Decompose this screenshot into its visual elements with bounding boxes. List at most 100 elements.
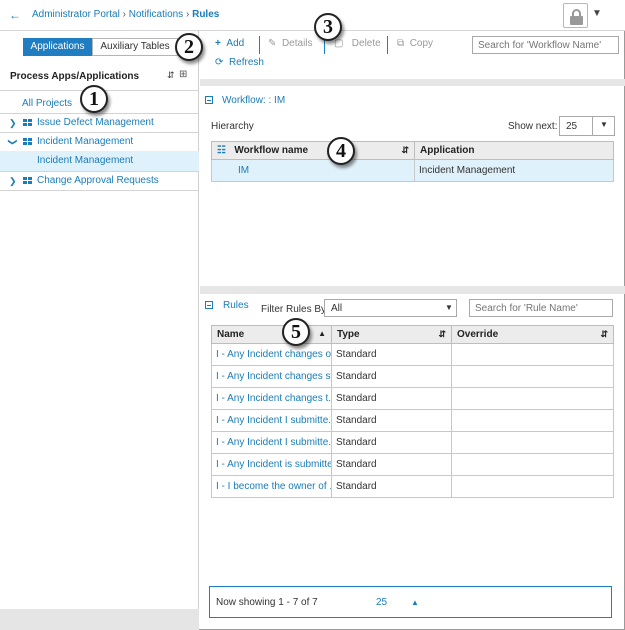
rule-name-cell[interactable]: I - I become the owner of ... <box>211 475 332 498</box>
rule-name-cell[interactable]: I - Any Incident I submitte... <box>211 409 332 432</box>
workflow-section-title: Workflow: : IM <box>222 95 286 106</box>
hierarchy-icon: ☷ <box>217 145 226 156</box>
rule-type-cell: Standard <box>331 365 452 388</box>
column-header-workflow-name[interactable]: ☷ Workflow name ⇵ <box>211 141 415 160</box>
chevron-right-icon[interactable]: ❯ <box>9 113 17 133</box>
collapse-icon[interactable] <box>205 96 213 104</box>
callout-5: 5 <box>282 318 310 346</box>
refresh-button[interactable]: ⟳ Refresh <box>215 57 264 68</box>
sort-icon: ⇵ <box>600 329 608 339</box>
column-header-type[interactable]: Type ⇵ <box>331 325 452 344</box>
rule-name-cell[interactable]: I - Any Incident changes t... <box>211 387 332 410</box>
trash-icon: ▢ <box>334 38 344 49</box>
callout-4: 4 <box>327 137 355 165</box>
table-row[interactable]: IM Incident Management <box>211 159 614 182</box>
sort-icon[interactable]: ⇵ <box>167 70 175 81</box>
back-arrow-icon[interactable]: ← <box>9 8 21 22</box>
app-grid-icon <box>23 138 32 146</box>
workflow-table: ☷ Workflow name ⇵ Application IM Inciden… <box>211 141 614 182</box>
breadcrumb-current: Rules <box>192 9 220 20</box>
rule-name-cell[interactable]: I - Any Incident is submitted <box>211 453 332 476</box>
application-cell: Incident Management <box>414 159 614 182</box>
column-header-override[interactable]: Override ⇵ <box>451 325 614 344</box>
rule-name-cell[interactable]: I - Any Incident changes st... <box>211 365 332 388</box>
filter-rules-select[interactable]: All ▼ <box>324 299 457 317</box>
rule-type-cell: Standard <box>331 431 452 454</box>
chevron-down-icon[interactable]: ❯ <box>3 138 23 146</box>
rule-override-cell <box>451 431 614 454</box>
chevron-down-icon[interactable]: ▼ <box>592 8 602 19</box>
pencil-icon: ✎ <box>268 38 277 49</box>
rule-override-cell <box>451 343 614 366</box>
breadcrumb-admin-portal[interactable]: Administrator Portal <box>32 9 120 20</box>
tree-item-change-approval-requests[interactable]: ❯ Change Approval Requests <box>0 171 199 191</box>
expand-all-icon[interactable]: ⊞ <box>179 69 187 80</box>
tree-item-label: Issue Defect Management <box>37 117 154 128</box>
details-button[interactable]: ✎ Details <box>268 38 313 49</box>
section-divider <box>200 79 625 86</box>
delete-button[interactable]: ▢ Delete <box>334 38 381 49</box>
copy-button[interactable]: ⧉ Copy <box>397 38 433 49</box>
chevron-up-icon[interactable]: ▲ <box>411 598 419 607</box>
rule-name-cell[interactable]: I - Any Incident changes o... <box>211 343 332 366</box>
table-row[interactable]: I - Any Incident is submitted Standard <box>211 453 614 476</box>
chevron-right-icon[interactable]: ❯ <box>9 171 17 191</box>
rule-name-cell[interactable]: I - Any Incident I submitte... <box>211 431 332 454</box>
breadcrumb: Administrator Portal › Notifications › R… <box>32 9 219 20</box>
tab-auxiliary-tables[interactable]: Auxiliary Tables <box>92 38 178 56</box>
table-row[interactable]: I - Any Incident changes o... Standard <box>211 343 614 366</box>
rule-search-input[interactable] <box>469 299 613 317</box>
add-button[interactable]: + Add <box>215 38 244 49</box>
workflow-name-cell[interactable]: IM <box>211 159 415 182</box>
rule-override-cell <box>451 453 614 476</box>
rule-type-cell: Standard <box>331 409 452 432</box>
rule-override-cell <box>451 409 614 432</box>
rule-override-cell <box>451 365 614 388</box>
table-row[interactable]: I - Any Incident changes st... Standard <box>211 365 614 388</box>
callout-3: 3 <box>314 13 342 41</box>
rule-override-cell <box>451 387 614 410</box>
show-next-select[interactable]: 25 ▼ <box>559 116 615 136</box>
copy-icon: ⧉ <box>397 38 405 49</box>
hierarchy-label: Hierarchy <box>211 121 254 132</box>
plus-icon: + <box>215 38 221 49</box>
rules-table: Name ▲ Type ⇵ Override ⇵ I - Any Incident c… <box>211 325 614 498</box>
show-next-label: Show next: <box>508 121 558 132</box>
rule-type-cell: Standard <box>331 453 452 476</box>
tab-applications[interactable]: Applications <box>23 38 92 56</box>
tree-item-label: Incident Management <box>37 155 134 166</box>
breadcrumb-separator: › <box>122 9 126 20</box>
page-size-select[interactable]: 25 <box>376 597 387 608</box>
tree-item-label: All Projects <box>22 98 73 109</box>
tree-item-incident-management-child[interactable]: Incident Management <box>0 151 199 171</box>
app-grid-icon <box>23 119 32 127</box>
rule-type-cell: Standard <box>331 475 452 498</box>
callout-2: 2 <box>175 33 203 61</box>
tree-item-issue-defect-management[interactable]: ❯ Issue Defect Management <box>0 113 199 133</box>
table-row[interactable]: I - Any Incident changes t... Standard <box>211 387 614 410</box>
table-row[interactable]: I - I become the owner of ... Standard <box>211 475 614 498</box>
workflow-search-input[interactable] <box>472 36 619 54</box>
panel-title: Process Apps/Applications <box>10 71 140 82</box>
refresh-icon: ⟳ <box>215 57 224 68</box>
rule-override-cell <box>451 475 614 498</box>
rules-section-title: Rules <box>223 300 249 311</box>
tree-item-incident-management[interactable]: ❯ Incident Management <box>0 132 199 152</box>
lock-button[interactable] <box>563 3 588 28</box>
breadcrumb-notifications[interactable]: Notifications <box>129 9 183 20</box>
rule-type-cell: Standard <box>331 343 452 366</box>
column-header-name[interactable]: Name ▲ <box>211 325 332 344</box>
sort-icon: ⇵ <box>401 145 409 155</box>
app-grid-icon <box>23 177 32 185</box>
collapse-icon[interactable] <box>205 301 213 309</box>
chevron-down-icon: ▼ <box>600 120 608 129</box>
breadcrumb-separator: › <box>185 9 190 20</box>
pager: Now showing 1 - 7 of 7 25 ▲ <box>209 586 612 618</box>
callout-1: 1 <box>80 85 108 113</box>
chevron-down-icon: ▼ <box>445 303 453 312</box>
column-header-application[interactable]: Application <box>414 141 614 160</box>
tree-item-label: Change Approval Requests <box>37 175 159 186</box>
section-divider <box>200 286 625 294</box>
table-row[interactable]: I - Any Incident I submitte... Standard <box>211 409 614 432</box>
table-row[interactable]: I - Any Incident I submitte... Standard <box>211 431 614 454</box>
